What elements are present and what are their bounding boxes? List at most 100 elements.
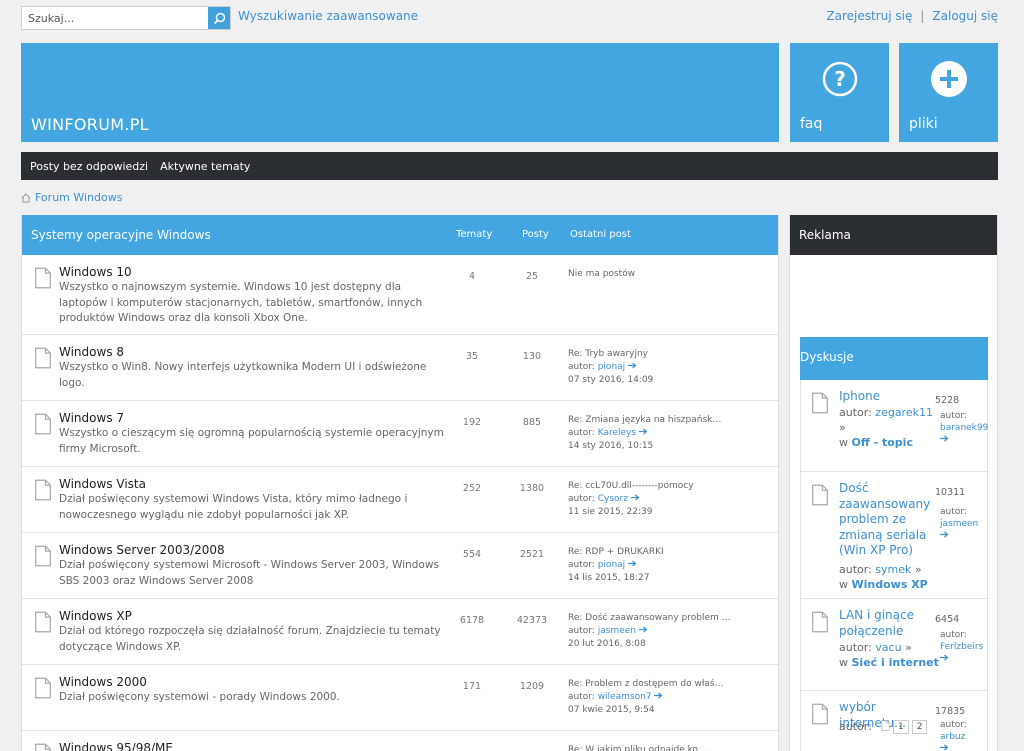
last-post-title[interactable]: Re: RDP + DRUKARKI xyxy=(568,546,664,559)
discussions-header: Dyskusje xyxy=(800,337,988,380)
discussion-author-link[interactable]: vacu xyxy=(875,641,901,654)
search-input[interactable] xyxy=(22,7,208,30)
last-post-title[interactable]: Re: Dość zaawansowany problem … xyxy=(568,612,731,625)
forum-row: Windows 7 Wszystko o cieszącym się ogrom… xyxy=(22,401,778,467)
page-link[interactable]: 1 xyxy=(893,720,909,734)
last-post-title[interactable]: Re: Problem z dostępem do właś… xyxy=(568,678,724,691)
goto-last-post-icon[interactable] xyxy=(654,692,663,702)
discussion-forum-link[interactable]: Windows XP xyxy=(852,578,928,591)
last-post-date: 14 lis 2015, 18:27 xyxy=(568,573,650,583)
goto-last-post-icon[interactable] xyxy=(940,653,988,665)
goto-last-post-icon[interactable] xyxy=(940,530,988,542)
discussion-last-author: autor: jasmeen xyxy=(940,506,988,542)
col-last-post-header: Ostatni post xyxy=(570,229,631,240)
goto-last-post-icon[interactable] xyxy=(940,434,988,446)
goto-last-post-icon[interactable] xyxy=(630,494,640,504)
breadcrumb: Forum Windows xyxy=(21,191,122,204)
forum-title-link[interactable]: Windows Server 2003/2008 xyxy=(59,543,225,557)
goto-last-post-icon[interactable] xyxy=(638,428,648,438)
forum-row: Windows 8 Wszystko o Win8. Nowy interfej… xyxy=(22,335,778,401)
last-author-link[interactable]: jasmeen xyxy=(940,519,978,529)
forum-row: Windows 2000 Dział poświęcony systemowi … xyxy=(22,665,778,731)
col-topics-header: Tematy xyxy=(456,229,493,240)
goto-last-post-icon[interactable] xyxy=(628,362,637,372)
last-post-author-link[interactable]: pionaj xyxy=(598,362,625,372)
forum-list: Systemy operacyjne Windows Tematy Posty … xyxy=(21,215,779,751)
last-author-link[interactable]: arbuz xyxy=(940,732,965,742)
forum-icon xyxy=(34,611,52,637)
last-post-title[interactable]: Re: ccL70U.dll--------pomocy xyxy=(568,480,694,493)
last-post-author-label: autor: xyxy=(568,626,595,636)
last-author-link[interactable]: Ferlzbeirs xyxy=(940,642,983,652)
auth-separator: | xyxy=(920,9,925,23)
forum-header: Systemy operacyjne Windows Tematy Posty … xyxy=(22,215,778,255)
goto-last-post-icon[interactable] xyxy=(940,743,988,751)
discussion-author-link[interactable]: zegarek11 xyxy=(875,406,933,419)
discussion-forum-link[interactable]: Sieć i internet xyxy=(852,656,939,669)
auth-links: Zarejestruj się | Zaloguj się xyxy=(826,9,998,23)
forum-title-link[interactable]: Windows 8 xyxy=(59,345,124,359)
forum-title-link[interactable]: Windows Vista xyxy=(59,477,146,491)
forum-row: Windows Server 2003/2008 Dział poświęcon… xyxy=(22,533,778,599)
last-post-author-link[interactable]: pionaj xyxy=(598,560,625,570)
last-post-info: Nie ma postów xyxy=(568,268,635,281)
topics-count: 6178 xyxy=(459,615,485,626)
discussion-title-link[interactable]: Iphone xyxy=(839,389,931,405)
forum-title-link[interactable]: Windows 7 xyxy=(59,411,124,425)
tile-pliki[interactable]: pliki xyxy=(899,43,998,142)
forum-row: Windows 10 Wszystko o najnowszym systemi… xyxy=(22,255,778,335)
topic-icon xyxy=(811,611,829,637)
last-post-title[interactable]: Re: W jakim pliku odnajdę ko… xyxy=(568,744,707,751)
forum-description: Dział poświęcony systemowi Microsoft - W… xyxy=(59,559,439,587)
forum-description: Dział poświęcony systemowi - porady Wind… xyxy=(59,691,340,703)
forum-description: Wszystko o Win8. Nowy interfejs użytkown… xyxy=(59,361,427,389)
page-link[interactable]: 2 xyxy=(911,720,928,734)
posts-count: 1209 xyxy=(519,681,545,692)
tile-faq[interactable]: ? faq xyxy=(790,43,889,142)
nav-active-topics[interactable]: Aktywne tematy xyxy=(160,160,250,173)
last-post-author-link[interactable]: wileamson7 xyxy=(598,692,652,702)
forum-title-link[interactable]: Windows XP xyxy=(59,609,132,623)
advanced-search-link[interactable]: Wyszukiwanie zaawansowane xyxy=(238,9,418,23)
goto-last-post-icon[interactable] xyxy=(638,626,648,636)
last-post-author-link[interactable]: jasmeen xyxy=(598,626,636,636)
topics-count: 35 xyxy=(465,351,479,362)
forum-title-link[interactable]: Windows 95/98/ME xyxy=(59,741,173,751)
login-link[interactable]: Zaloguj się xyxy=(932,9,998,23)
last-post-info: Re: RDP + DRUKARKI autor: pionaj 14 lis … xyxy=(568,546,664,585)
forum-category-title[interactable]: Systemy operacyjne Windows xyxy=(31,228,211,242)
last-post-title[interactable]: Nie ma postów xyxy=(568,268,635,281)
forum-title-link[interactable]: Windows 10 xyxy=(59,265,132,279)
last-post-author-link[interactable]: Kareleys xyxy=(598,428,636,438)
discussion-author-link[interactable]: symek xyxy=(875,563,911,576)
discussion-title-link[interactable]: Dość zaawansowany problem ze zmianą seri… xyxy=(839,481,931,559)
forum-description: Wszystko o najnowszym systemie. Windows … xyxy=(59,281,423,324)
last-post-author-link[interactable]: Cysorz xyxy=(598,494,628,504)
discussion-views-count: 10311 xyxy=(935,487,966,498)
register-link[interactable]: Zarejestruj się xyxy=(826,9,912,23)
site-banner[interactable]: WINFORUM.PL xyxy=(21,43,779,142)
nav-unanswered-posts[interactable]: Posty bez odpowiedzi xyxy=(30,160,148,173)
last-post-title[interactable]: Re: Zmiana języka na hiszpańsk… xyxy=(568,414,721,427)
goto-last-post-icon[interactable] xyxy=(628,560,637,570)
sidebar: Reklama Dyskusje Iphone autor: zegarek11… xyxy=(789,215,998,751)
last-post-title[interactable]: Re: Tryb awaryjny xyxy=(568,348,653,361)
forum-title-link[interactable]: Windows 2000 xyxy=(59,675,147,689)
topics-count: 171 xyxy=(462,681,482,692)
discussion-forum-link[interactable]: Off - topic xyxy=(852,436,913,449)
ad-header: Reklama xyxy=(790,215,997,255)
forum-icon xyxy=(34,479,52,505)
search-button[interactable] xyxy=(208,7,230,29)
forum-icon xyxy=(34,347,52,373)
discussion-author-label: autor: xyxy=(839,563,872,576)
discussion-last-author: autor: Ferlzbeirs xyxy=(940,629,988,665)
last-post-author-label: autor: xyxy=(568,494,595,504)
nav-bar: Posty bez odpowiedzi Aktywne tematy xyxy=(21,152,998,180)
last-author-link[interactable]: baranek99 xyxy=(940,423,988,433)
breadcrumb-home-link[interactable]: Forum Windows xyxy=(35,191,122,204)
last-post-author-label: autor: xyxy=(568,428,595,438)
forum-description: Wszystko o cieszącym się ogromną popular… xyxy=(59,427,444,455)
discussion-title-link[interactable]: LAN i ginące połączenie xyxy=(839,608,931,639)
forum-icon xyxy=(34,677,52,703)
topics-count: 252 xyxy=(462,483,482,494)
